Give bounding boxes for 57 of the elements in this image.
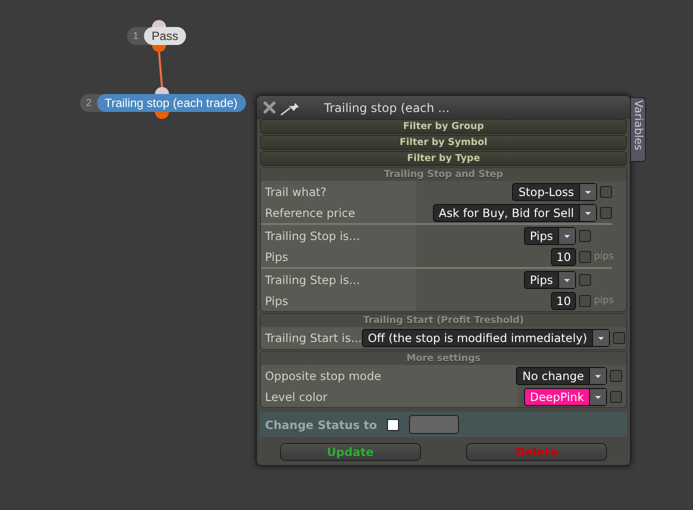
caret-icon [579, 184, 596, 200]
node-label: Trailing stop (each trade) [96, 94, 246, 112]
connector-line [158, 52, 163, 88]
filter-bar[interactable]: Filter by Group [260, 119, 627, 134]
setting-label: Pips [261, 246, 416, 267]
checkbox[interactable] [610, 390, 622, 402]
flow-node[interactable]: 2 Trailing stop (each trade) [80, 94, 246, 112]
dropdown[interactable]: Off (the stop is modified immediately) [362, 329, 610, 347]
input-port[interactable] [152, 20, 166, 27]
setting-label: Trailing Step is... [261, 269, 416, 290]
checkbox[interactable] [600, 206, 612, 218]
caret-icon [579, 204, 596, 220]
filter-bar[interactable]: Filter by Type [260, 151, 627, 166]
checkbox[interactable] [579, 274, 591, 286]
checkbox[interactable] [387, 418, 400, 430]
dropdown[interactable]: No change [516, 366, 607, 384]
close-icon[interactable] [263, 101, 276, 114]
setting-label: Trail what? [261, 181, 416, 202]
panel-title: Trailing stop (each ... [324, 100, 450, 114]
node-label: Pass [144, 27, 186, 45]
unit-label: pips [594, 251, 612, 262]
update-button[interactable]: Update [280, 443, 421, 461]
caret-icon [558, 272, 575, 288]
checkbox[interactable] [600, 186, 612, 198]
setting-label: Opposite stop mode [261, 365, 516, 386]
unit-label: pips [594, 295, 612, 306]
number-field[interactable]: 10 [551, 292, 576, 310]
side-tab[interactable]: Variables [631, 97, 646, 162]
dropdown[interactable]: Pips [524, 270, 576, 288]
setting-label: Trailing Start is... [261, 327, 362, 349]
checkbox[interactable] [613, 332, 626, 344]
setting-label: Reference price [261, 202, 416, 223]
caret-icon [558, 228, 575, 244]
checkbox[interactable] [579, 250, 591, 262]
caret-icon [592, 330, 610, 346]
checkbox[interactable] [579, 294, 591, 306]
input-port[interactable] [155, 87, 169, 94]
status-label: Change Status to [265, 418, 378, 432]
output-port[interactable] [152, 45, 166, 52]
checkbox[interactable] [579, 230, 591, 242]
setting-label: Pips [261, 290, 416, 311]
filter-bar[interactable]: Filter by Symbol [260, 135, 627, 150]
flow-node[interactable]: 1 Pass [127, 27, 186, 45]
checkbox[interactable] [610, 370, 622, 382]
node-number: 2 [85, 98, 93, 108]
dropdown[interactable]: Stop-Loss [512, 182, 597, 200]
caret-icon [589, 368, 606, 384]
setting-label: Level color [261, 386, 518, 407]
dropdown[interactable]: Pips [524, 226, 576, 244]
status-field[interactable] [409, 415, 460, 434]
setting-label: Trailing Stop is... [261, 225, 416, 246]
caret-icon [589, 388, 606, 404]
dropdown[interactable]: Ask for Buy, Bid for Sell [432, 204, 597, 222]
node-number: 1 [132, 30, 140, 42]
output-port[interactable] [155, 112, 169, 119]
number-field[interactable]: 10 [551, 248, 576, 266]
dropdown[interactable]: DeepPink [524, 388, 607, 406]
